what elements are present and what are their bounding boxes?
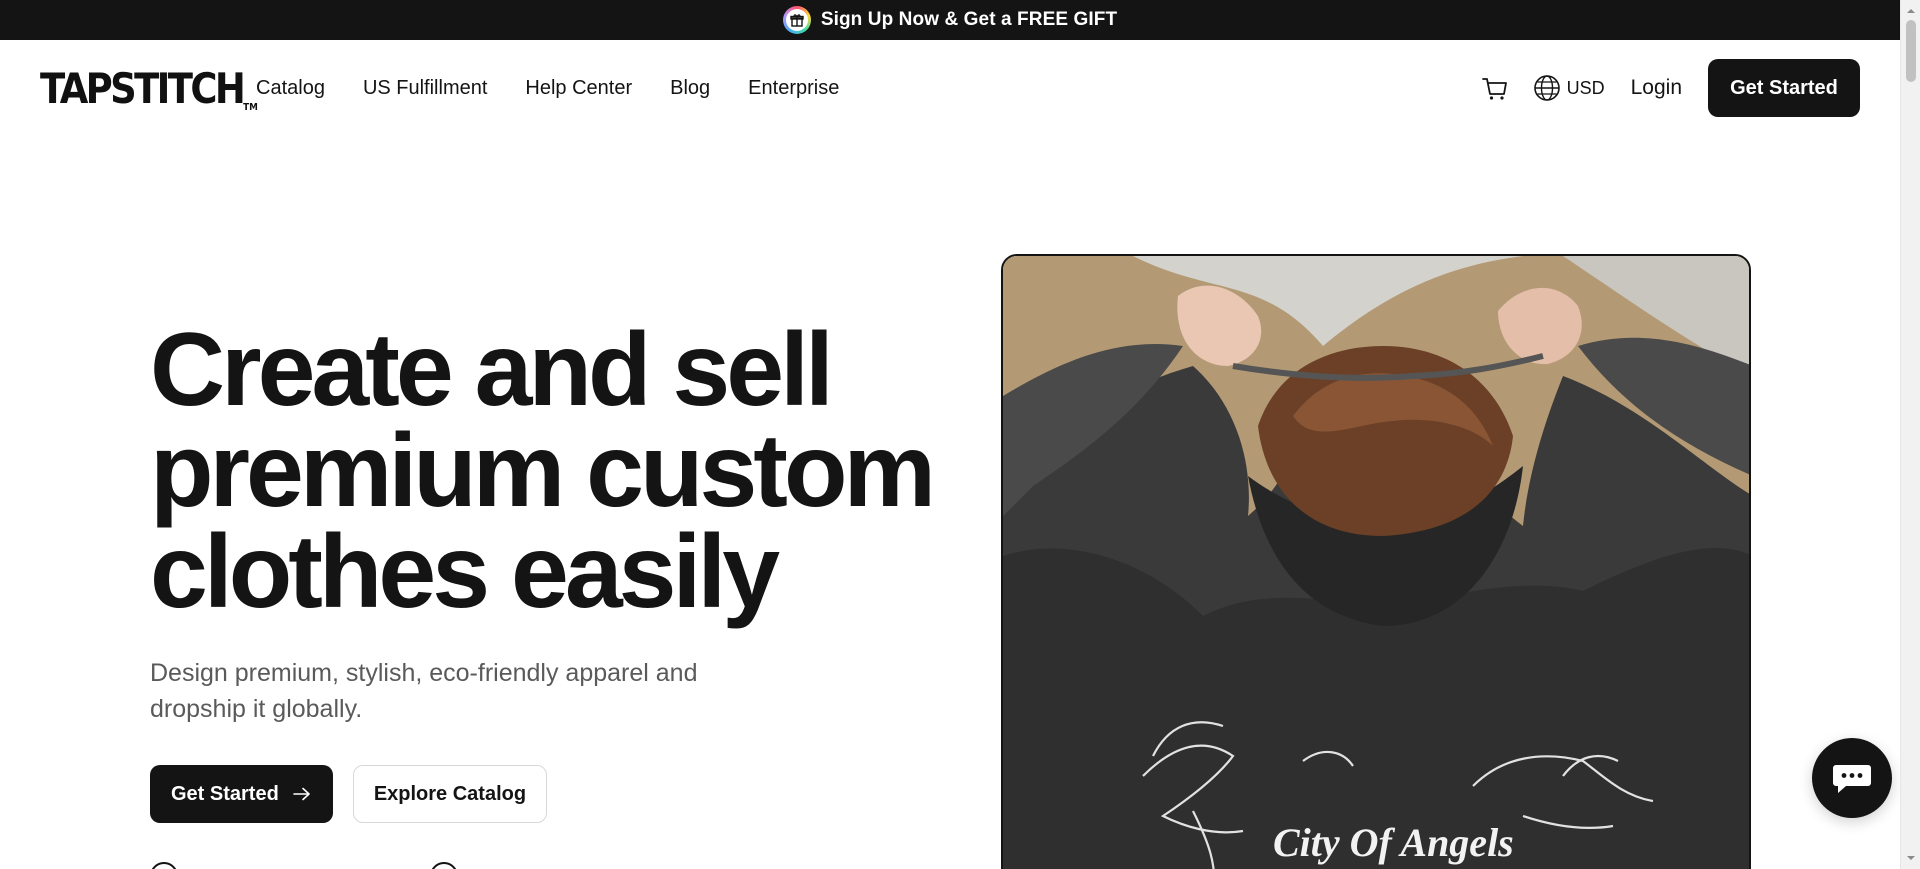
main-navbar: TAPSTITCHTM Catalog US Fulfillment Help …	[0, 40, 1900, 136]
logo-trademark: TM	[243, 101, 258, 113]
hero-get-started-label[interactable]: Get Started	[171, 783, 279, 806]
chat-button[interactable]	[1812, 738, 1892, 818]
explore-catalog-button[interactable]: Explore Catalog	[352, 765, 548, 823]
hero-title: Create and sell premium custom clothes e…	[150, 312, 950, 630]
cart-icon[interactable]	[1479, 72, 1511, 104]
scroll-up-arrow-icon[interactable]	[1901, 2, 1920, 20]
promo-banner[interactable]: Sign Up Now & Get a FREE GIFT	[0, 0, 1900, 40]
hero-subtitle: Design premium, stylish, eco-friendly ap…	[150, 659, 698, 723]
tapstitch-logo[interactable]: TAPSTITCHTM	[40, 64, 258, 113]
login-link[interactable]: Login	[1631, 76, 1682, 100]
nav-link-us-fulfillment[interactable]: US Fulfillment	[363, 77, 487, 100]
currency-label[interactable]: USD	[1567, 78, 1605, 99]
gift-icon	[782, 6, 811, 34]
arrow-right-icon	[293, 787, 310, 801]
feature-list-peek	[150, 862, 610, 869]
promo-text[interactable]: Sign Up Now & Get a FREE GIFT	[821, 9, 1117, 31]
hero-actions: Get Started Explore Catalog	[150, 765, 548, 823]
hero-title-line: Create and sell	[150, 312, 834, 428]
feature-check-icon	[150, 862, 178, 869]
feature-check-icon	[430, 862, 458, 869]
logo-text[interactable]: TAPSTITCH	[40, 64, 246, 113]
nav-actions: USD Login Get Started	[1479, 59, 1860, 117]
nav-links: Catalog US Fulfillment Help Center Blog …	[256, 77, 839, 100]
nav-link-enterprise[interactable]: Enterprise	[748, 77, 839, 100]
page-scrollbar[interactable]	[1900, 0, 1920, 869]
hero-product-image: City Of Angels	[1001, 254, 1751, 869]
chat-bubble-icon	[1833, 765, 1871, 793]
hero-get-started-button[interactable]: Get Started	[150, 765, 333, 823]
scroll-down-arrow-icon[interactable]	[1901, 849, 1920, 867]
nav-get-started-button[interactable]: Get Started	[1708, 59, 1860, 117]
hero-title-line: premium custom	[150, 413, 936, 529]
print-text: City Of Angels	[1273, 820, 1514, 865]
nav-link-blog[interactable]: Blog	[670, 77, 710, 100]
nav-link-catalog[interactable]: Catalog	[256, 77, 325, 100]
hero-title-line: clothes easily	[150, 514, 780, 630]
scrollbar-thumb[interactable]	[1906, 20, 1916, 82]
nav-link-help-center[interactable]: Help Center	[525, 77, 632, 100]
currency-selector[interactable]: USD	[1533, 74, 1605, 102]
globe-icon	[1533, 75, 1560, 101]
